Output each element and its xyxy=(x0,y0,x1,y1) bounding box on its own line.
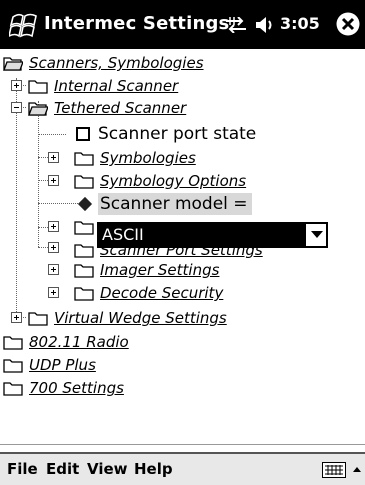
tree-item-scanners-symbologies[interactable]: Scanners, Symbologies xyxy=(3,52,204,74)
tree-item-internal-scanner[interactable]: Internal Scanner xyxy=(28,75,178,97)
expand-plus-icon[interactable] xyxy=(48,264,59,275)
folder-icon xyxy=(28,80,48,94)
folder-icon xyxy=(3,359,23,373)
menu-view[interactable]: View xyxy=(87,460,128,478)
tree-item-tethered-scanner[interactable]: Tethered Scanner xyxy=(28,97,186,119)
tree-item-virtual-wedge-settings[interactable]: Virtual Wedge Settings xyxy=(28,307,227,329)
expand-plus-icon[interactable] xyxy=(48,175,59,186)
tree-item-scanner-port-state[interactable]: Scanner port state xyxy=(76,123,256,145)
tree-item-label: Scanner port state xyxy=(98,124,257,144)
tree-item-label: Symbologies xyxy=(100,149,196,167)
connectivity-icon[interactable] xyxy=(224,17,248,33)
tree-item-label: Tethered Scanner xyxy=(54,99,187,117)
expand-plus-icon[interactable] xyxy=(48,287,59,298)
keyboard-icon[interactable] xyxy=(322,462,346,478)
windows-start-icon[interactable] xyxy=(9,11,39,39)
expand-plus-icon[interactable] xyxy=(11,312,22,323)
tree-item-imager-settings[interactable]: Imager Settings xyxy=(74,259,219,281)
tree-item-udp-plus[interactable]: UDP Plus xyxy=(3,354,96,376)
tree-item-label: Internal Scanner xyxy=(54,77,179,95)
clock[interactable]: 3:05 xyxy=(280,14,320,33)
volume-icon[interactable] xyxy=(254,15,276,35)
tree-item-label: Decode Security xyxy=(100,284,224,302)
folder-icon xyxy=(74,152,94,166)
setting-bullet-icon xyxy=(77,196,93,212)
scanner-model-dropdown[interactable]: ASCII xyxy=(97,222,328,248)
folder-icon xyxy=(74,244,94,258)
chevron-up-icon[interactable] xyxy=(352,464,362,476)
expand-plus-icon[interactable] xyxy=(11,80,22,91)
folder-icon xyxy=(74,264,94,278)
tree-item-symbology-options[interactable]: Symbology Options xyxy=(74,170,246,192)
tree-item-decode-security[interactable]: Decode Security xyxy=(74,282,223,304)
expand-plus-icon[interactable] xyxy=(48,152,59,163)
tree-item-label: Imager Settings xyxy=(100,261,220,279)
expand-plus-icon[interactable] xyxy=(48,221,59,232)
folder-icon xyxy=(28,312,48,326)
tree-item-label: 700 Settings xyxy=(29,379,124,397)
folder-open-icon xyxy=(3,57,23,71)
close-icon[interactable] xyxy=(335,11,361,37)
tree-item-label: Symbology Options xyxy=(100,172,247,190)
tree-item-label: 802.11 Radio xyxy=(29,333,129,351)
folder-icon xyxy=(74,287,94,301)
settings-tree: Scanners, Symbologies Internal Scanner T… xyxy=(0,49,365,447)
folder-icon xyxy=(74,221,94,235)
tree-item-symbologies[interactable]: Symbologies xyxy=(74,147,196,169)
menu-help[interactable]: Help xyxy=(134,460,173,478)
tree-item-label: Scanners, Symbologies xyxy=(29,54,204,72)
expand-plus-icon[interactable] xyxy=(48,242,59,253)
tree-item-label: UDP Plus xyxy=(29,356,96,374)
folder-icon xyxy=(74,175,94,189)
folder-icon xyxy=(3,336,23,350)
chevron-down-icon[interactable] xyxy=(311,231,323,238)
collapse-minus-icon[interactable] xyxy=(11,102,22,113)
tree-item-label: Virtual Wedge Settings xyxy=(54,309,227,327)
tree-item-scanner-model[interactable]: Scanner model = xyxy=(77,193,252,215)
folder-open-icon xyxy=(28,102,48,116)
menu-bar: File Edit View Help xyxy=(0,452,365,485)
tree-item-label: Scanner model = xyxy=(98,193,252,215)
app-title: Intermec Settings xyxy=(44,13,230,34)
folder-icon xyxy=(3,382,23,396)
menu-file[interactable]: File xyxy=(7,460,38,478)
tree-item-80211-radio[interactable]: 802.11 Radio xyxy=(3,331,129,353)
scanner-port-state-checkbox[interactable] xyxy=(76,127,90,141)
tree-item-700-settings[interactable]: 700 Settings xyxy=(3,377,124,399)
menu-edit[interactable]: Edit xyxy=(46,460,79,478)
title-bar: Intermec Settings 3:05 xyxy=(0,0,365,49)
dropdown-selected-value: ASCII xyxy=(99,224,306,246)
